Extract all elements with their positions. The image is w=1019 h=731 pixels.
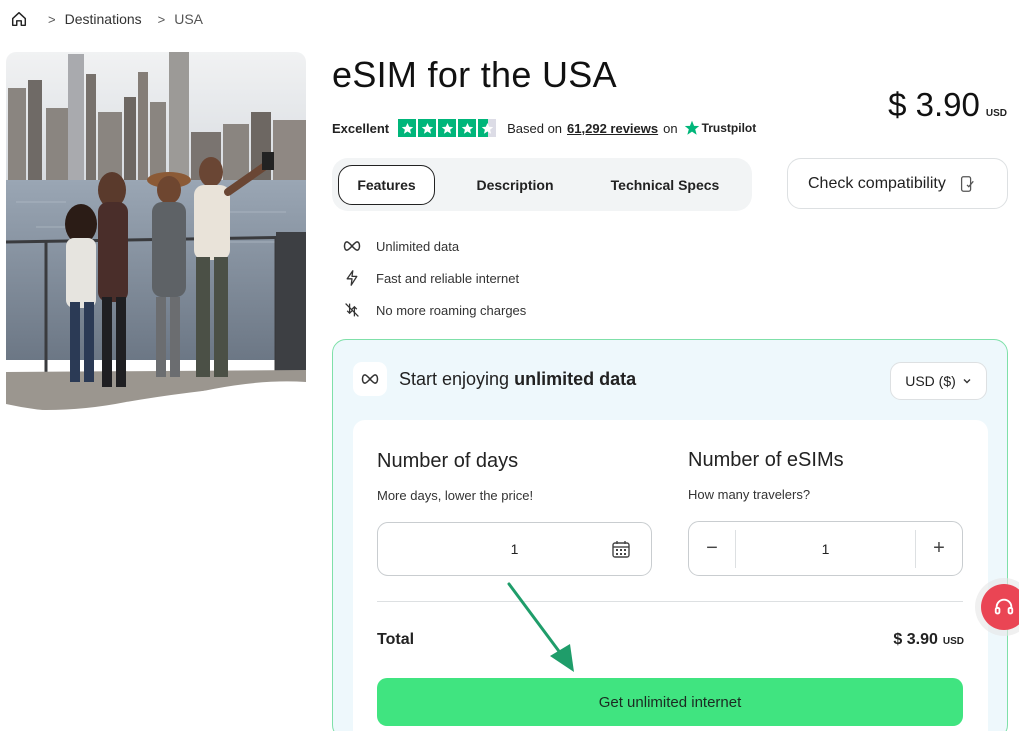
breadcrumb-destinations[interactable]: Destinations xyxy=(65,11,142,27)
days-value: 1 xyxy=(510,541,519,557)
plan-heading: Start enjoying unlimited data xyxy=(353,362,636,396)
check-compatibility-label: Check compatibility xyxy=(808,174,946,192)
star-icon xyxy=(398,119,417,137)
reviews-link[interactable]: 61,292 reviews xyxy=(567,121,658,136)
plan-config: Number of days More days, lower the pric… xyxy=(353,420,988,731)
breadcrumb: > Destinations > USA xyxy=(10,10,203,28)
list-item: Unlimited data xyxy=(342,230,526,262)
headset-icon xyxy=(994,598,1014,615)
price-amount: $ 3.90 xyxy=(888,86,980,123)
price-currency: USD xyxy=(985,108,1007,119)
increment-button[interactable]: + xyxy=(916,522,962,575)
divider xyxy=(377,601,963,602)
get-unlimited-internet-button[interactable]: Get unlimited internet xyxy=(377,678,963,726)
check-compatibility-button[interactable]: Check compatibility xyxy=(787,158,1008,209)
feature-label: Unlimited data xyxy=(376,238,460,254)
currency-select-value: USD ($) xyxy=(905,373,956,389)
total-label: Total xyxy=(377,631,415,648)
rating-stars xyxy=(398,119,497,137)
chevron-right-icon: > xyxy=(48,11,56,27)
star-icon xyxy=(418,119,437,137)
star-icon xyxy=(438,119,457,137)
esims-title: Number of eSIMs xyxy=(688,449,844,471)
list-item: No more roaming charges xyxy=(342,294,526,326)
infinity-icon xyxy=(353,362,387,396)
plan-card: Start enjoying unlimited data USD ($) Nu… xyxy=(332,339,1008,731)
tab-description[interactable]: Description xyxy=(435,165,595,205)
chevron-right-icon: > xyxy=(157,11,166,27)
tab-technical-specs[interactable]: Technical Specs xyxy=(595,165,735,205)
days-subtitle: More days, lower the price! xyxy=(377,488,534,503)
hero-image xyxy=(6,52,306,412)
phone-check-icon xyxy=(960,175,974,192)
esims-stepper: − 1 + xyxy=(688,521,963,576)
plan-heading-prefix: Start enjoying xyxy=(399,368,515,389)
infinity-icon xyxy=(342,236,362,256)
breadcrumb-usa: USA xyxy=(174,11,204,27)
esims-value[interactable]: 1 xyxy=(735,529,916,568)
trustpilot-logo[interactable]: Trustpilot xyxy=(684,120,757,136)
days-title: Number of days xyxy=(377,450,519,472)
esims-subtitle: How many travelers? xyxy=(688,487,811,502)
on-text: on xyxy=(663,120,678,136)
page-title: eSIM for the USA xyxy=(332,54,617,95)
total-currency: USD xyxy=(942,636,964,647)
tab-features[interactable]: Features xyxy=(338,164,435,205)
chevron-down-icon xyxy=(963,379,971,384)
trustpilot-star-icon xyxy=(684,120,699,135)
star-icon xyxy=(458,119,477,137)
trustpilot-name: Trustpilot xyxy=(701,121,757,135)
list-item: Fast and reliable internet xyxy=(342,262,526,294)
decrement-button[interactable]: − xyxy=(689,522,735,575)
based-on-text: Based on xyxy=(507,120,563,136)
currency-select[interactable]: USD ($) xyxy=(890,362,987,400)
feature-list: Unlimited data Fast and reliable interne… xyxy=(342,230,526,326)
tab-bar: Features Description Technical Specs xyxy=(332,158,752,211)
feature-label: Fast and reliable internet xyxy=(376,270,520,286)
plan-heading-text: Start enjoying unlimited data xyxy=(399,369,636,390)
price: $ 3.90 USD xyxy=(888,86,1007,124)
trustpilot-rating: Excellent Based on 61,292 reviews on Tru… xyxy=(332,119,756,137)
lightning-icon xyxy=(342,268,362,288)
total-amount: $ 3.90 xyxy=(893,631,938,648)
support-chat-button[interactable] xyxy=(981,584,1019,630)
plan-heading-bold: unlimited data xyxy=(514,368,637,389)
home-icon[interactable] xyxy=(10,10,28,28)
days-input[interactable]: 1 xyxy=(377,522,652,576)
star-half-icon xyxy=(478,119,497,137)
feature-label: No more roaming charges xyxy=(376,302,527,318)
no-roaming-icon xyxy=(342,300,362,320)
total-price: $ 3.90 USD xyxy=(893,631,964,649)
rating-label: Excellent xyxy=(332,120,390,136)
calendar-icon[interactable] xyxy=(611,539,631,559)
